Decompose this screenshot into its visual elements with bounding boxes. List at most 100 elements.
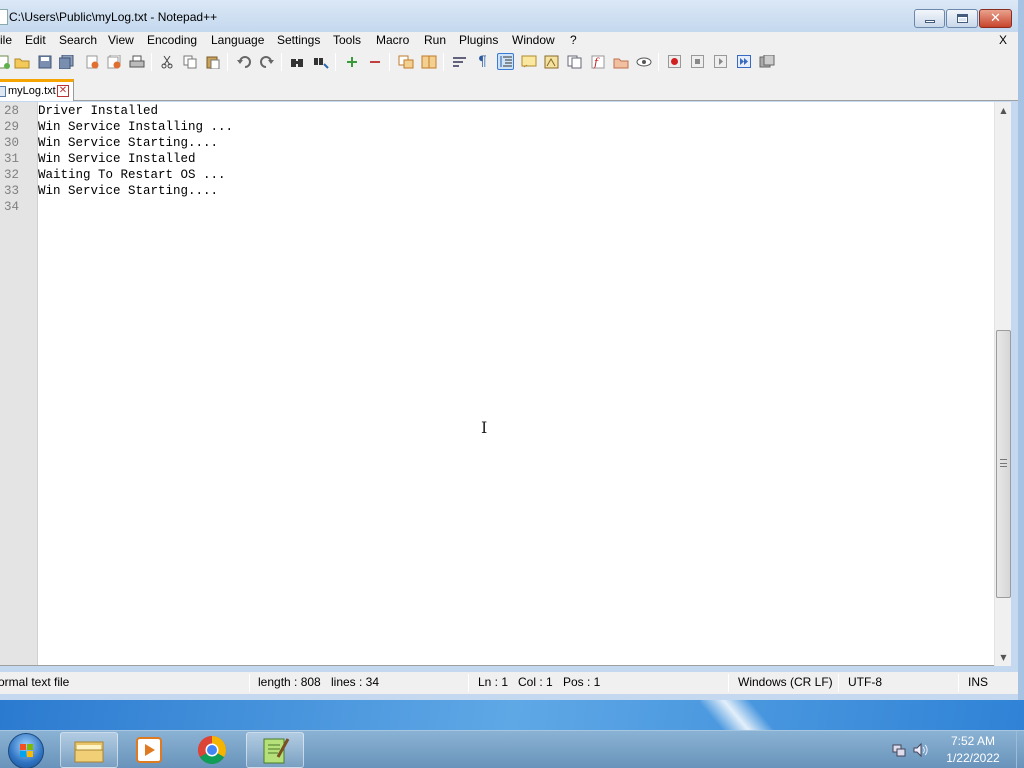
toolbar-separator bbox=[335, 53, 336, 71]
line-number: 30 bbox=[4, 136, 20, 150]
window-title: C:\Users\Public\myLog.txt - Notepad++ bbox=[9, 10, 218, 24]
line-number: 28 bbox=[4, 104, 20, 118]
status-encoding[interactable]: UTF-8 bbox=[848, 675, 882, 689]
save-macro-icon[interactable] bbox=[758, 53, 775, 70]
menu-language[interactable]: Language bbox=[211, 33, 264, 47]
sync-horizontal-icon[interactable] bbox=[420, 53, 437, 70]
code-line[interactable]: Win Service Installed bbox=[38, 152, 196, 166]
taskbar-chrome[interactable] bbox=[183, 732, 241, 768]
network-icon[interactable] bbox=[892, 743, 906, 757]
line-number-gutter[interactable]: 28 29 30 31 32 33 34 bbox=[0, 102, 38, 665]
menu-help[interactable]: ? bbox=[570, 33, 577, 47]
open-file-icon[interactable] bbox=[13, 53, 30, 70]
desktop-background[interactable] bbox=[0, 700, 1024, 730]
zoom-out-icon[interactable] bbox=[366, 53, 383, 70]
toolbar-separator bbox=[658, 53, 659, 71]
taskbar: 7:52 AM 1/22/2022 bbox=[0, 730, 1024, 768]
clock-time[interactable]: 7:52 AM bbox=[938, 734, 1008, 748]
status-ln: Ln : 1 bbox=[478, 675, 509, 689]
editor-area[interactable]: 28 29 30 31 32 33 34 Driver Installed Wi… bbox=[0, 102, 1011, 666]
show-desktop-button[interactable] bbox=[1016, 731, 1024, 768]
line-number: 29 bbox=[4, 120, 20, 134]
scrollbar-thumb[interactable] bbox=[996, 330, 1011, 598]
doc-list-icon[interactable] bbox=[566, 53, 583, 70]
redo-icon[interactable] bbox=[258, 53, 275, 70]
vertical-scrollbar[interactable]: ▲ ▼ bbox=[994, 102, 1011, 666]
start-button[interactable] bbox=[8, 733, 44, 768]
grip-icon bbox=[1000, 459, 1007, 467]
text-cursor-icon: I bbox=[481, 418, 488, 437]
scroll-up-icon[interactable]: ▲ bbox=[995, 102, 1012, 119]
volume-icon[interactable] bbox=[913, 742, 929, 758]
status-separator bbox=[958, 674, 959, 692]
close-icon[interactable] bbox=[83, 53, 100, 70]
status-eol[interactable]: Windows (CR LF) bbox=[738, 675, 833, 689]
scroll-down-icon[interactable]: ▼ bbox=[995, 649, 1012, 666]
menu-settings[interactable]: Settings bbox=[277, 33, 320, 47]
replace-icon[interactable] bbox=[312, 53, 329, 70]
folder-workspace-icon[interactable] bbox=[612, 53, 629, 70]
udl-icon[interactable] bbox=[520, 53, 537, 70]
menu-window[interactable]: Window bbox=[512, 33, 555, 47]
line-number: 34 bbox=[4, 200, 20, 214]
paste-icon[interactable] bbox=[204, 53, 221, 70]
close-all-icon[interactable] bbox=[106, 53, 123, 70]
code-line[interactable]: Win Service Installing ... bbox=[38, 120, 233, 134]
title-bar[interactable]: C:\Users\Public\myLog.txt - Notepad++ ✕ bbox=[0, 0, 1018, 32]
status-file-type: ormal text file bbox=[0, 675, 70, 689]
cut-icon[interactable] bbox=[158, 53, 175, 70]
menu-run[interactable]: Run bbox=[424, 33, 446, 47]
notepad-app-icon[interactable] bbox=[0, 9, 8, 25]
minimize-button[interactable] bbox=[914, 9, 945, 28]
menu-encoding[interactable]: Encoding bbox=[147, 33, 197, 47]
indent-guide-icon[interactable] bbox=[497, 53, 514, 70]
code-line[interactable]: Waiting To Restart OS ... bbox=[38, 168, 226, 182]
menu-search[interactable]: Search bbox=[59, 33, 97, 47]
show-all-chars-icon[interactable]: ¶ bbox=[474, 53, 491, 70]
record-macro-icon[interactable] bbox=[666, 53, 683, 70]
monitoring-icon[interactable] bbox=[635, 53, 652, 70]
stop-macro-icon[interactable] bbox=[689, 53, 706, 70]
code-line[interactable]: Win Service Starting.... bbox=[38, 136, 218, 150]
taskbar-explorer[interactable] bbox=[60, 732, 118, 768]
close-document-button[interactable]: X bbox=[999, 33, 1007, 47]
menu-edit[interactable]: Edit bbox=[25, 33, 46, 47]
copy-icon[interactable] bbox=[181, 53, 198, 70]
tab-mylog[interactable]: myLog.txt ✕ bbox=[0, 79, 74, 101]
chrome-icon bbox=[198, 736, 226, 764]
tab-close-icon[interactable]: ✕ bbox=[57, 85, 69, 97]
close-window-button[interactable]: ✕ bbox=[979, 9, 1012, 28]
document-icon bbox=[0, 86, 6, 97]
doc-map-icon[interactable] bbox=[543, 53, 560, 70]
toolbar-separator bbox=[281, 53, 282, 71]
menu-tools[interactable]: Tools bbox=[333, 33, 361, 47]
status-separator bbox=[838, 674, 839, 692]
code-line[interactable]: Win Service Starting.... bbox=[38, 184, 218, 198]
undo-icon[interactable] bbox=[235, 53, 252, 70]
save-icon[interactable] bbox=[36, 53, 53, 70]
status-insert-mode[interactable]: INS bbox=[968, 675, 988, 689]
save-all-icon[interactable] bbox=[58, 53, 75, 70]
menu-view[interactable]: View bbox=[108, 33, 134, 47]
menu-plugins[interactable]: Plugins bbox=[459, 33, 498, 47]
run-macro-multiple-icon[interactable] bbox=[735, 53, 752, 70]
print-icon[interactable] bbox=[128, 53, 145, 70]
find-icon[interactable] bbox=[289, 53, 306, 70]
function-list-icon[interactable]: f bbox=[589, 53, 606, 70]
menu-file[interactable]: ile bbox=[0, 33, 12, 47]
new-file-icon[interactable] bbox=[0, 53, 11, 70]
maximize-button[interactable] bbox=[946, 9, 978, 28]
status-length: length : 808 bbox=[258, 675, 321, 689]
code-line[interactable]: Driver Installed bbox=[38, 104, 158, 118]
media-player-icon bbox=[136, 737, 162, 763]
zoom-in-icon[interactable] bbox=[343, 53, 360, 70]
clock-date[interactable]: 1/22/2022 bbox=[938, 751, 1008, 765]
play-macro-icon[interactable] bbox=[712, 53, 729, 70]
tab-bar: myLog.txt ✕ bbox=[0, 75, 1018, 101]
sync-vertical-icon[interactable] bbox=[397, 53, 414, 70]
taskbar-media-player[interactable] bbox=[120, 732, 178, 768]
taskbar-notepadpp[interactable] bbox=[246, 732, 304, 768]
status-col: Col : 1 bbox=[518, 675, 553, 689]
menu-macro[interactable]: Macro bbox=[376, 33, 409, 47]
word-wrap-icon[interactable] bbox=[451, 53, 468, 70]
